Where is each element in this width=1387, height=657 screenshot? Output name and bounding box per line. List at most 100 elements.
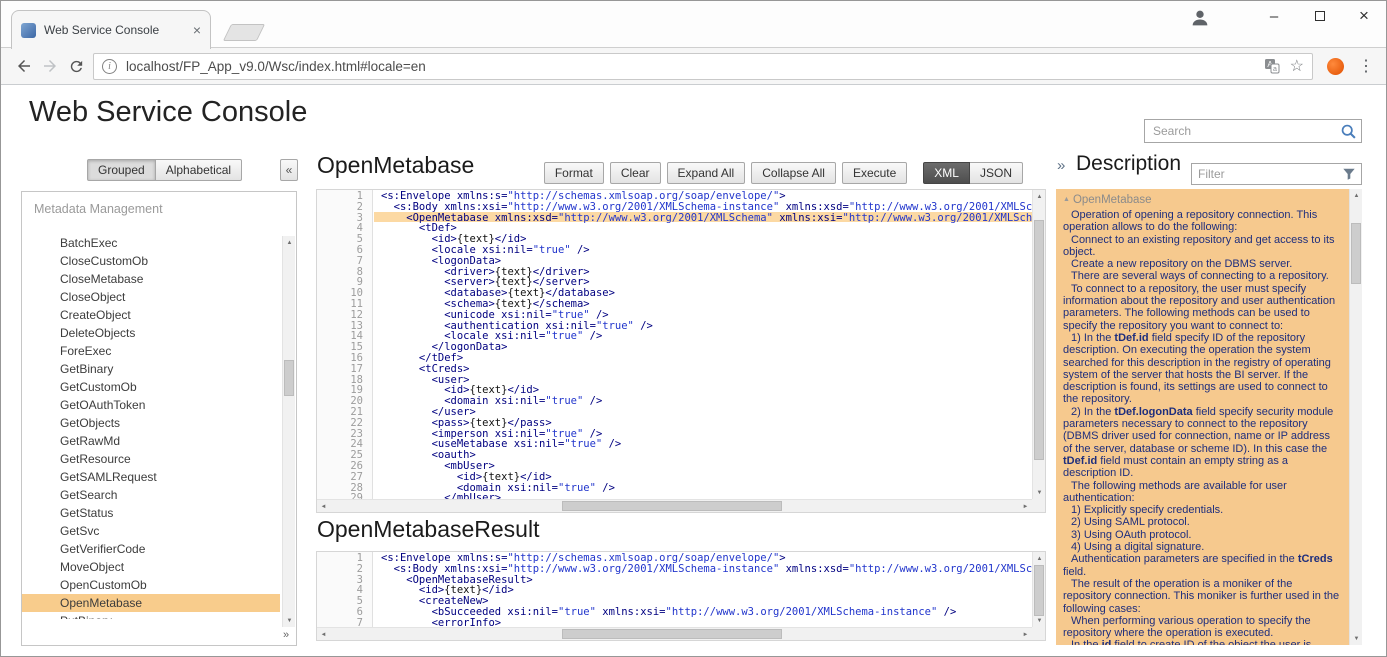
code-line[interactable]: <tDef> (374, 222, 1032, 233)
sidebar-item-getresource[interactable]: GetResource (22, 450, 280, 468)
code-line[interactable]: <OpenMetabase xmlns:xsd="http://www.w3.o… (374, 212, 1032, 223)
info-icon[interactable]: i (102, 59, 117, 74)
browser-tab[interactable]: Web Service Console × (11, 10, 211, 49)
sidebar-collapse-button[interactable]: « (280, 159, 298, 181)
code-line[interactable]: <locale xsi:nil="true" /> (374, 330, 1032, 341)
scroll-up-icon[interactable]: ▲ (1033, 190, 1046, 203)
code-line[interactable]: <tCreds> (374, 363, 1032, 374)
url-text[interactable]: localhost/FP_App_v9.0/Wsc/index.html#loc… (126, 59, 1254, 74)
sidebar-item-getobjects[interactable]: GetObjects (22, 414, 280, 432)
clear-button[interactable]: Clear (610, 162, 661, 184)
code-line[interactable]: <authentication xsi:nil="true" /> (374, 320, 1032, 331)
scrollbar-thumb[interactable] (1351, 223, 1361, 284)
code-line[interactable]: <database>{text}</database> (374, 287, 1032, 298)
sidebar-item-closeobject[interactable]: CloseObject (22, 288, 280, 306)
code-line[interactable]: <id>{text}</id> (374, 384, 1032, 395)
minimize-button[interactable]: – (1261, 5, 1287, 27)
scrollbar-thumb[interactable] (562, 629, 782, 639)
forward-button[interactable] (37, 53, 63, 79)
sidebar-item-getsamlrequest[interactable]: GetSAMLRequest (22, 468, 280, 486)
scroll-left-icon[interactable]: ◄ (317, 500, 330, 513)
code-line[interactable]: <oauth> (374, 449, 1032, 460)
code-line[interactable]: <s:Envelope xmlns:s="http://schemas.xmls… (374, 552, 1032, 563)
code-line[interactable]: <s:Envelope xmlns:s="http://schemas.xmls… (374, 190, 1032, 201)
json-tab[interactable]: JSON (970, 162, 1023, 184)
sidebar-item-getrawmd[interactable]: GetRawMd (22, 432, 280, 450)
window-close-button[interactable]: × (1351, 5, 1377, 27)
bookmark-star-icon[interactable]: ☆ (1290, 56, 1304, 76)
sidebar-scrollbar[interactable]: ▲ ▼ (282, 236, 295, 627)
code-line[interactable]: <logonData> (374, 255, 1032, 266)
scroll-right-icon[interactable]: ► (1019, 500, 1032, 513)
sidebar-item-closecustomob[interactable]: CloseCustomOb (22, 252, 280, 270)
code-line[interactable]: <s:Body xmlns:xsi="http://www.w3.org/200… (374, 563, 1032, 574)
scrollbar-thumb[interactable] (284, 360, 294, 396)
back-button[interactable] (11, 53, 37, 79)
translate-icon[interactable]: Aa (1264, 58, 1280, 74)
browser-menu-icon[interactable]: ⋮ (1356, 56, 1376, 76)
filter-box[interactable] (1191, 163, 1362, 185)
sidebar-expand-button[interactable]: » (279, 628, 293, 642)
code-line[interactable]: <mbUser> (374, 460, 1032, 471)
reload-button[interactable] (63, 53, 89, 79)
execute-button[interactable]: Execute (842, 162, 907, 184)
sidebar-item-deleteobjects[interactable]: DeleteObjects (22, 324, 280, 342)
scroll-down-icon[interactable]: ▼ (283, 614, 296, 627)
response-code[interactable]: <s:Envelope xmlns:s="http://schemas.xmls… (374, 552, 1032, 627)
scroll-up-icon[interactable]: ▲ (1033, 552, 1046, 565)
code-line[interactable]: </logonData> (374, 341, 1032, 352)
xml-tab[interactable]: XML (923, 162, 970, 184)
response-editor[interactable]: 12345678 <s:Envelope xmlns:s="http://sch… (316, 551, 1046, 641)
sidebar-item-opencustomob[interactable]: OpenCustomOb (22, 576, 280, 594)
code-line[interactable]: <domain xsi:nil="true" /> (374, 395, 1032, 406)
scroll-right-icon[interactable]: ► (1019, 628, 1032, 641)
scroll-down-icon[interactable]: ▼ (1033, 486, 1046, 499)
response-vscrollbar[interactable]: ▲ ▼ (1032, 552, 1045, 627)
scrollbar-thumb[interactable] (562, 501, 782, 511)
code-line[interactable]: <unicode xsi:nil="true" /> (374, 309, 1032, 320)
code-line[interactable]: <id>{text}</id> (374, 471, 1032, 482)
sidebar-item-putbinary[interactable]: PutBinary (22, 612, 280, 619)
sidebar-item-foreexec[interactable]: ForeExec (22, 342, 280, 360)
code-line[interactable]: </user> (374, 406, 1032, 417)
sidebar-item-getcustomob[interactable]: GetCustomOb (22, 378, 280, 396)
code-line[interactable]: <OpenMetabaseResult> (374, 574, 1032, 585)
filter-input[interactable] (1198, 167, 1342, 181)
sidebar-item-getbinary[interactable]: GetBinary (22, 360, 280, 378)
profile-icon[interactable] (1189, 7, 1211, 29)
code-line[interactable]: <errorInfo> (374, 617, 1032, 627)
description-section-header[interactable]: ▲OpenMetabase (1063, 194, 1340, 206)
code-line[interactable]: <imperson xsi:nil="true" /> (374, 428, 1032, 439)
sidebar-item-getoauthtoken[interactable]: GetOAuthToken (22, 396, 280, 414)
code-line[interactable]: <domain xsi:nil="true" /> (374, 482, 1032, 493)
search-box[interactable] (1144, 119, 1362, 143)
new-tab-button[interactable] (223, 24, 265, 41)
extension-icon[interactable] (1327, 58, 1344, 75)
sidebar-item-getstatus[interactable]: GetStatus (22, 504, 280, 522)
alphabetical-button[interactable]: Alphabetical (156, 159, 242, 181)
format-button[interactable]: Format (544, 162, 604, 184)
code-line[interactable]: <pass>{text}</pass> (374, 417, 1032, 428)
filter-funnel-icon[interactable] (1342, 167, 1356, 181)
request-hscrollbar[interactable]: ◄ ► (317, 499, 1032, 512)
description-scrollbar[interactable]: ▲ ▼ (1349, 189, 1362, 645)
collapse-triangle-icon[interactable]: ▲ (1063, 196, 1070, 203)
code-line[interactable]: <id>{text}</id> (374, 584, 1032, 595)
code-line[interactable]: <locale xsi:nil="true" /> (374, 244, 1032, 255)
sidebar-item-batchexec[interactable]: BatchExec (22, 234, 280, 252)
search-input[interactable] (1153, 124, 1340, 138)
scroll-left-icon[interactable]: ◄ (317, 628, 330, 641)
code-line[interactable]: <useMetabase xsi:nil="true" /> (374, 438, 1032, 449)
scrollbar-thumb[interactable] (1034, 565, 1044, 616)
scroll-down-icon[interactable]: ▼ (1033, 614, 1046, 627)
address-bar[interactable]: i localhost/FP_App_v9.0/Wsc/index.html#l… (93, 53, 1313, 80)
response-hscrollbar[interactable]: ◄ ► (317, 627, 1032, 640)
code-line[interactable]: <bSucceeded xsi:nil="true" xmlns:xsi="ht… (374, 606, 1032, 617)
scroll-down-icon[interactable]: ▼ (1350, 632, 1363, 645)
sidebar-item-getverifiercode[interactable]: GetVerifierCode (22, 540, 280, 558)
request-vscrollbar[interactable]: ▲ ▼ (1032, 190, 1045, 499)
expand-all-button[interactable]: Expand All (667, 162, 746, 184)
maximize-button[interactable] (1307, 5, 1333, 27)
request-code[interactable]: <s:Envelope xmlns:s="http://schemas.xmls… (374, 190, 1032, 499)
collapse-all-button[interactable]: Collapse All (751, 162, 836, 184)
